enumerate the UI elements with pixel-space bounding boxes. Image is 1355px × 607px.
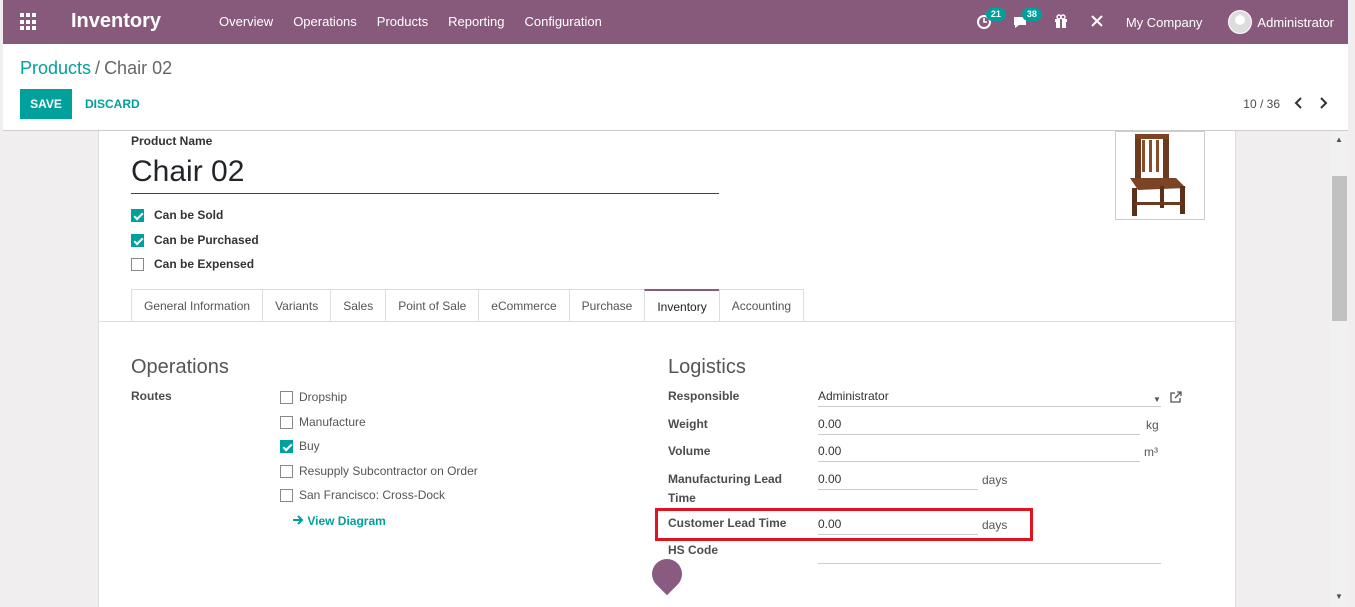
logistics-heading: Logistics (668, 356, 746, 378)
form-sheet: Product Name Chair 02 Can be Sold Can be… (98, 131, 1236, 607)
tab-general-information[interactable]: General Information (131, 289, 263, 322)
user-avatar[interactable] (1228, 10, 1253, 34)
messages-chat-icon[interactable]: 38 (1012, 8, 1042, 30)
save-button[interactable]: SAVE (20, 89, 72, 119)
can-be-purchased-checkbox[interactable]: Can be Purchased (131, 233, 259, 247)
manufacturing-lead-time-label: Manufacturing Lead Time (668, 472, 783, 505)
menu-overview[interactable]: Overview (219, 14, 273, 29)
route-manufacture[interactable]: Manufacture (280, 415, 366, 429)
operations-heading: Operations (131, 356, 229, 378)
pager-next-icon[interactable] (1318, 96, 1328, 112)
checkbox-checked-icon[interactable] (131, 208, 144, 222)
debug-tools-icon[interactable] (1090, 14, 1106, 30)
pager: 10 / 36 (1243, 96, 1328, 112)
checkbox-unchecked-icon[interactable] (131, 257, 144, 271)
tab-accounting[interactable]: Accounting (718, 289, 805, 322)
notebook-tabs: General Information Variants Sales Point… (131, 289, 805, 322)
menu-operations[interactable]: Operations (293, 14, 357, 29)
checkbox-unchecked-icon[interactable] (280, 415, 293, 429)
control-panel: Products / Chair 02 SAVE DISCARD 10 / 36 (3, 44, 1348, 131)
checkbox-checked-icon[interactable] (131, 233, 144, 247)
volume-unit: m³ (1144, 445, 1158, 459)
view-diagram-link[interactable]: View Diagram (293, 514, 386, 528)
route-buy[interactable]: Buy (280, 439, 320, 453)
routes-label: Routes (131, 389, 172, 403)
product-name-label: Product Name (131, 134, 213, 148)
menu-configuration[interactable]: Configuration (524, 14, 601, 29)
tab-inventory[interactable]: Inventory (644, 289, 719, 322)
checkbox-unchecked-icon[interactable] (280, 390, 293, 404)
route-san-francisco-cross-dock[interactable]: San Francisco: Cross-Dock (280, 488, 445, 502)
scroll-down-arrow-icon[interactable]: ▼ (1335, 592, 1343, 601)
responsible-label: Responsible (668, 389, 740, 403)
arrow-right-icon (293, 515, 304, 525)
hs-code-label: HS Code (668, 543, 719, 557)
breadcrumb-products-link[interactable]: Products (20, 58, 91, 78)
volume-label: Volume (668, 444, 711, 458)
tab-sales[interactable]: Sales (330, 289, 386, 322)
weight-input[interactable]: 0.00 (818, 415, 1140, 435)
checkbox-unchecked-icon[interactable] (280, 464, 293, 478)
breadcrumb-current: Chair 02 (104, 58, 173, 78)
product-image[interactable] (1115, 131, 1205, 220)
app-title[interactable]: Inventory (71, 10, 161, 33)
customer-lead-time-highlight-box (655, 508, 1033, 541)
gift-icon[interactable] (1054, 14, 1070, 30)
menu-products[interactable]: Products (377, 14, 428, 29)
weight-label: Weight (668, 417, 708, 431)
volume-input[interactable]: 0.00 (818, 442, 1140, 462)
dropdown-caret-icon[interactable]: ▼ (1153, 395, 1161, 404)
activity-badge: 21 (985, 8, 1006, 21)
company-switcher[interactable]: My Company (1126, 15, 1203, 30)
breadcrumb: Products / Chair 02 (20, 58, 173, 78)
top-navbar: Inventory Overview Operations Products R… (3, 0, 1348, 44)
manufacturing-lead-time-unit: days (982, 473, 1008, 487)
product-name-input[interactable]: Chair 02 (131, 155, 719, 194)
pager-value[interactable]: 10 / 36 (1243, 97, 1280, 111)
systray: 21 38 My Company Administrator (976, 0, 1348, 44)
external-link-icon[interactable] (1170, 390, 1182, 403)
pager-previous-icon[interactable] (1294, 96, 1304, 112)
responsible-select[interactable]: Administrator (818, 387, 1161, 407)
messages-badge: 38 (1021, 8, 1042, 21)
checkbox-unchecked-icon[interactable] (280, 488, 293, 502)
tab-purchase[interactable]: Purchase (568, 289, 645, 322)
scrollbar-thumb[interactable] (1332, 176, 1347, 321)
can-be-expensed-checkbox[interactable]: Can be Expensed (131, 257, 254, 271)
route-resupply-subcontractor[interactable]: Resupply Subcontractor on Order (280, 464, 478, 478)
manufacturing-lead-time-input[interactable]: 0.00 (818, 470, 978, 490)
tab-variants[interactable]: Variants (262, 289, 331, 322)
app-menu-icon[interactable] (20, 13, 38, 31)
main-menu: Overview Operations Products Reporting C… (219, 14, 622, 29)
user-menu[interactable]: Administrator (1257, 15, 1334, 30)
can-be-sold-checkbox[interactable]: Can be Sold (131, 208, 223, 222)
activity-clock-icon[interactable]: 21 (976, 8, 1006, 30)
chair-image-icon (1130, 134, 1186, 216)
menu-reporting[interactable]: Reporting (448, 14, 504, 29)
vertical-scrollbar[interactable]: ▲ ▼ (1331, 131, 1348, 607)
tab-ecommerce[interactable]: eCommerce (478, 289, 569, 322)
scroll-up-arrow-icon[interactable]: ▲ (1335, 135, 1343, 144)
tab-point-of-sale[interactable]: Point of Sale (385, 289, 479, 322)
tabs-divider (99, 321, 1235, 322)
discard-button[interactable]: DISCARD (85, 97, 140, 111)
weight-unit: kg (1146, 418, 1159, 432)
hs-code-input[interactable] (818, 544, 1161, 564)
route-dropship[interactable]: Dropship (280, 390, 347, 404)
checkbox-checked-icon[interactable] (280, 439, 293, 453)
